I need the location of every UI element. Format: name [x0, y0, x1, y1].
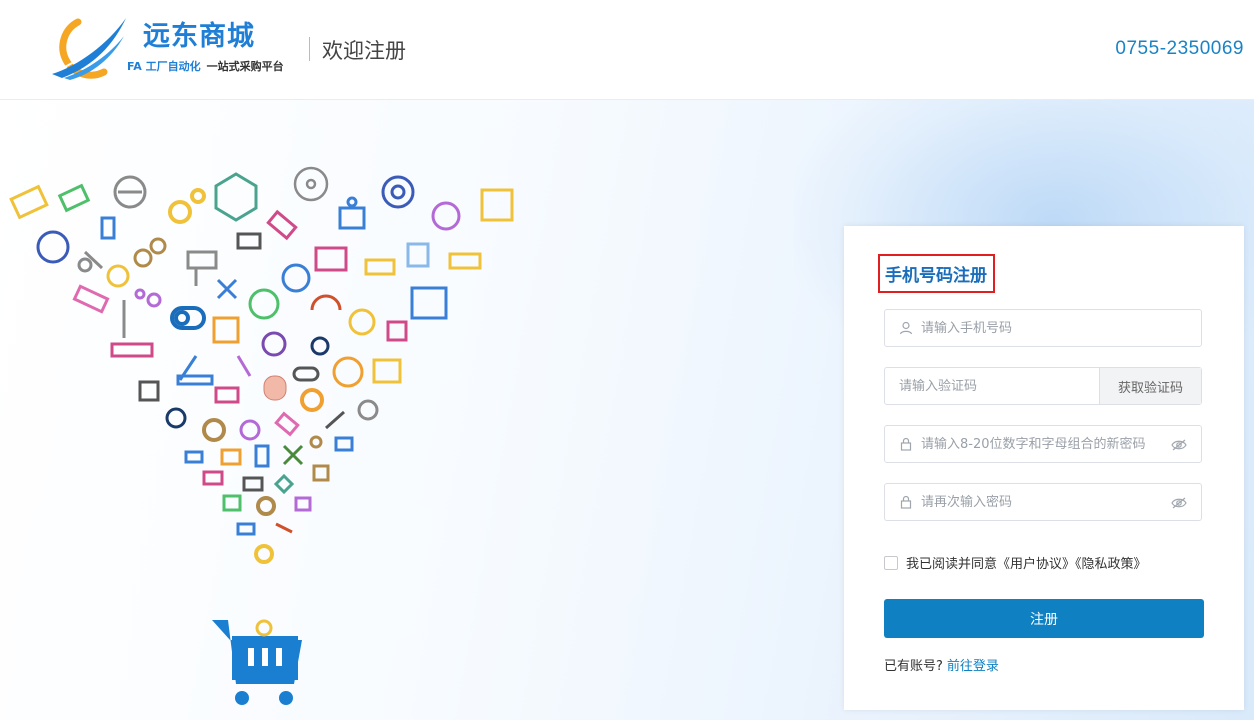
password-field[interactable] — [884, 425, 1202, 463]
camera2-icon — [165, 407, 187, 429]
lift-icon — [236, 355, 252, 377]
go-login-link[interactable]: 前往登录 — [947, 659, 999, 674]
box-icon — [202, 470, 224, 486]
bulb-icon — [263, 375, 287, 401]
molecule-icon — [134, 288, 162, 308]
belt-icon — [168, 188, 206, 224]
privacy-policy-link[interactable]: 《隐私政策》 — [1075, 557, 1147, 572]
header-divider — [309, 37, 310, 61]
agreement-prefix: 我已阅读并同意 — [906, 557, 998, 572]
tagline-rest: 一站式采购平台 — [206, 60, 284, 73]
valve-icon — [248, 288, 280, 320]
servo-icon — [113, 175, 147, 209]
card-icon — [334, 436, 354, 452]
robot2-icon — [222, 494, 242, 512]
eraser-icon — [274, 411, 300, 437]
column-icon — [406, 242, 430, 268]
settings-icon — [357, 399, 379, 421]
page-title: 欢迎注册 — [322, 39, 406, 63]
nut-icon — [300, 388, 324, 412]
sewing-icon — [372, 358, 402, 384]
connector-icon — [236, 522, 256, 536]
engine-icon — [314, 246, 348, 272]
saw-icon — [332, 356, 364, 388]
marker-icon — [325, 410, 345, 430]
robot-arm-icon — [176, 355, 214, 386]
gauge-icon — [310, 294, 342, 311]
pipe-icon — [110, 342, 154, 358]
diamond-icon — [273, 473, 295, 495]
hotline-phone: 0755-2350069 — [1115, 38, 1244, 59]
cube-icon — [214, 172, 258, 222]
truck-icon — [364, 258, 396, 276]
chain-icon — [77, 250, 104, 273]
fan-icon — [36, 230, 70, 264]
crate-icon — [220, 448, 242, 466]
switch-icon — [170, 306, 206, 330]
logo-icon[interactable] — [48, 14, 138, 82]
block-icon — [410, 286, 448, 320]
password-input[interactable] — [885, 426, 1201, 462]
eye-hidden-icon[interactable] — [1171, 496, 1187, 510]
small-motor-icon — [184, 450, 204, 464]
bucket-icon — [294, 496, 312, 512]
register-title: 手机号码注册 — [878, 254, 995, 293]
roller-icon — [292, 366, 320, 382]
shopping-cart-icon — [212, 619, 302, 705]
industrial-icons-illustration — [9, 166, 514, 705]
dial-icon — [106, 264, 130, 288]
confirm-password-field[interactable] — [884, 483, 1202, 521]
sun-icon — [254, 544, 274, 564]
brand-tagline: FA 工厂自动化 一站式采购平台 — [127, 58, 284, 74]
robot-icon — [338, 196, 366, 230]
get-code-button[interactable]: 获取验证码 — [1099, 368, 1201, 404]
network-icon — [293, 166, 329, 202]
motor-icon — [57, 183, 91, 213]
agreement-row: 我已阅读并同意《用户协议》《隐私政策》 — [884, 553, 1147, 572]
register-card: 手机号码注册 获取验证码 — [844, 226, 1244, 710]
agreement-checkbox[interactable] — [884, 556, 898, 570]
pump-icon — [261, 331, 287, 357]
forklift-icon — [214, 386, 240, 404]
hazard-icon — [239, 419, 261, 441]
processor-icon — [138, 380, 160, 402]
site-header: 远东商城 FA 工厂自动化 一站式采购平台 欢迎注册 0755-2350069 — [0, 0, 1254, 100]
pulley-icon — [133, 237, 167, 268]
confirm-password-input[interactable] — [885, 484, 1201, 520]
tape-icon — [242, 476, 264, 492]
eye-hidden-icon[interactable] — [1171, 438, 1187, 452]
bearing-icon — [381, 175, 415, 209]
brand-name: 远东商城 — [143, 21, 255, 52]
phone-field[interactable] — [884, 309, 1202, 347]
wheel-icon — [202, 418, 226, 442]
tools-icon — [216, 278, 238, 300]
book-icon — [72, 284, 110, 314]
sensor-icon — [100, 216, 116, 240]
film-icon — [236, 232, 262, 250]
code-field[interactable]: 获取验证码 — [884, 367, 1202, 405]
tagline-fa: FA 工厂自动化 — [127, 60, 201, 73]
bag-icon — [312, 464, 330, 482]
cylinder-icon — [266, 209, 298, 241]
chip-icon — [212, 316, 240, 344]
user-agreement-link[interactable]: 《用户协议》 — [997, 557, 1075, 572]
has-account-text: 已有账号? — [884, 659, 943, 674]
lamp-icon — [386, 320, 408, 342]
drill-icon — [186, 250, 218, 286]
register-button[interactable]: 注册 — [884, 599, 1204, 638]
frame-icon — [480, 188, 514, 222]
key-icon — [309, 435, 323, 449]
globe-icon — [281, 263, 311, 293]
tongs-icon — [275, 522, 293, 534]
wrench-icon — [282, 444, 304, 466]
camera-icon — [310, 336, 330, 356]
gear-icon — [9, 184, 49, 220]
donut-icon — [256, 496, 276, 516]
battery-icon — [254, 444, 270, 468]
phone-input[interactable] — [885, 310, 1201, 346]
cutter-icon — [348, 308, 376, 336]
login-prompt: 已有账号? 前往登录 — [884, 655, 999, 674]
excavator-icon — [448, 252, 482, 270]
flower-icon — [431, 201, 461, 231]
